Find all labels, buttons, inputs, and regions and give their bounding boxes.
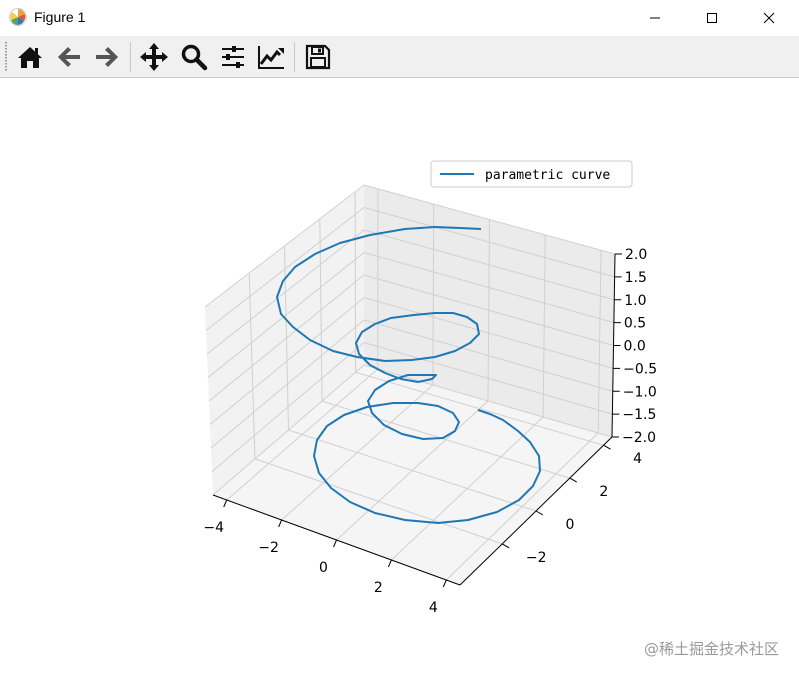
y-tick-label: 4	[633, 451, 642, 467]
toolbar-grip	[5, 42, 7, 72]
z-tick-label: −1.5	[622, 407, 656, 423]
y-tick-mark	[569, 477, 578, 483]
edit-axis-curve-icon	[258, 46, 284, 69]
y-tick-label: 2	[599, 484, 608, 500]
pan-button[interactable]	[137, 41, 171, 73]
y-tick-mark	[501, 543, 510, 549]
navigation-toolbar	[0, 36, 799, 78]
home-icon	[18, 47, 42, 68]
x-tick-label: −2	[258, 540, 279, 556]
x-tick-label: 4	[429, 600, 438, 616]
maximize-button[interactable]	[684, 0, 739, 36]
subplots-button[interactable]	[216, 41, 250, 73]
subplots-sliders-icon	[222, 46, 244, 68]
maximize-icon	[706, 13, 717, 23]
toolbar-separator	[130, 42, 131, 72]
x-tick-mark	[278, 519, 283, 528]
forward-arrow-icon	[96, 47, 118, 67]
window-titlebar: Figure 1	[0, 0, 799, 36]
z-tick-label: −0.5	[623, 361, 657, 377]
back-button[interactable]	[52, 41, 86, 73]
edit-axis-button[interactable]	[254, 41, 288, 73]
pan-move-icon	[140, 43, 168, 71]
close-icon	[763, 12, 774, 24]
zoom-button[interactable]	[177, 41, 211, 73]
y-tick-label: 0	[566, 517, 575, 533]
y-tick-mark	[535, 510, 544, 516]
x-tick-mark	[442, 579, 447, 588]
zoom-magnifier-icon	[181, 44, 208, 71]
z-tick-label: 1.5	[625, 270, 647, 286]
z-tick-label: 2.0	[625, 247, 647, 263]
watermark: @稀土掘金技术社区	[643, 640, 779, 658]
window-title: Figure 1	[34, 9, 86, 25]
home-button[interactable]	[13, 41, 47, 73]
minimize-button[interactable]	[627, 0, 682, 36]
save-button[interactable]	[301, 41, 335, 73]
z-tick-label: −2.0	[622, 430, 656, 446]
forward-button[interactable]	[90, 41, 124, 73]
x-tick-label: 0	[319, 560, 328, 576]
y-tick-label: −2	[526, 550, 547, 566]
figure-canvas[interactable]: −4 −2 0 2 4 −2 0 2 4 −2.0 −1.5 −1.0 −0.5 0.0 0.5 1.0 1.5…	[0, 78, 799, 679]
back-arrow-icon	[58, 47, 80, 67]
matplotlib-logo-icon	[9, 8, 27, 26]
z-tick-label: 0.0	[624, 339, 646, 355]
x-tick-mark	[223, 499, 228, 508]
y-tick-mark	[603, 444, 611, 450]
toolbar-separator	[294, 42, 295, 72]
x-tick-label: 2	[374, 580, 383, 596]
x-tick-label: −4	[203, 520, 224, 536]
minimize-icon	[649, 17, 660, 19]
save-floppy-icon	[305, 44, 331, 70]
close-button[interactable]	[741, 0, 796, 36]
z-tick-label: 0.5	[624, 316, 646, 332]
3d-axes[interactable]: −4 −2 0 2 4 −2 0 2 4 −2.0 −1.5 −1.0 −0.5 0.0 0.5 1.0 1.5…	[0, 78, 799, 679]
x-tick-mark	[333, 539, 337, 548]
z-tick-label: 1.0	[624, 293, 646, 309]
z-tick-label: −1.0	[623, 384, 657, 400]
legend-label: parametric curve	[485, 168, 610, 183]
x-tick-mark	[387, 559, 392, 568]
